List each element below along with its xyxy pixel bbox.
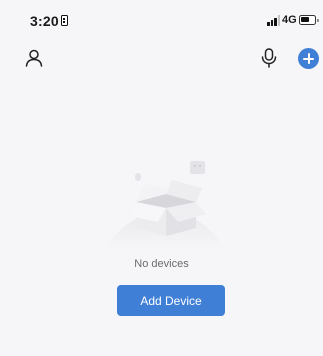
home-screen: 3:20 4G No devices Add Device <box>0 0 323 356</box>
status-time: 3:20 <box>30 13 59 29</box>
empty-state-message: No devices <box>134 258 189 270</box>
sim-card-icon <box>61 15 68 26</box>
empty-box-icon <box>100 150 230 250</box>
plus-circle-icon[interactable] <box>298 48 319 69</box>
microphone-icon-graphic <box>261 48 277 68</box>
microphone-icon[interactable] <box>261 48 277 68</box>
status-bar: 3:20 4G <box>0 0 323 40</box>
network-type-label: 4G <box>282 14 297 26</box>
add-device-button[interactable]: Add Device <box>117 285 225 316</box>
user-icon-graphic <box>25 49 43 67</box>
cellular-signal-icon <box>267 15 281 26</box>
user-icon[interactable] <box>25 49 43 67</box>
battery-icon <box>299 15 319 25</box>
